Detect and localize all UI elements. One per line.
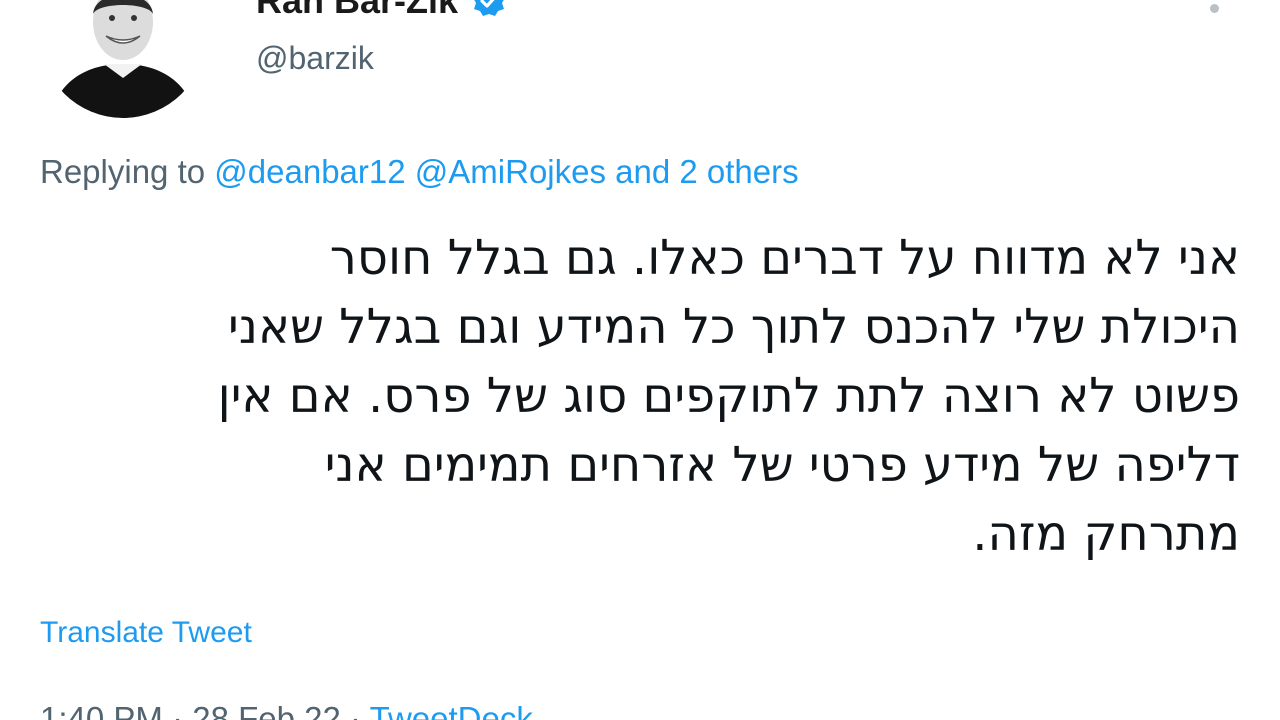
reply-prefix: Replying to <box>40 153 206 190</box>
meta-separator: · <box>172 700 184 720</box>
profile-photo <box>40 0 206 118</box>
meta-separator: · <box>350 700 362 720</box>
others-link[interactable]: and 2 others <box>615 153 798 190</box>
translate-tweet-link[interactable]: Translate Tweet <box>40 616 252 650</box>
verified-badge-icon <box>472 0 506 18</box>
tweet-text-line: אני לא מדווח על דברים כאלו. גם בגלל חוסר <box>329 230 1240 286</box>
author-handle[interactable]: @barzik <box>256 40 374 77</box>
mention-link-1[interactable]: @deanbar12 <box>214 153 405 190</box>
tweet-source-link[interactable]: TweetDeck <box>370 700 533 720</box>
author-name[interactable]: Ran Bar-Zik <box>256 0 506 22</box>
author-name-text: Ran Bar-Zik <box>256 0 459 21</box>
tweet-metadata: 1:40 PM · 28 Feb 22 · TweetDeck <box>40 700 533 720</box>
tweet-date[interactable]: 28 Feb 22 <box>192 700 341 720</box>
author-avatar[interactable] <box>40 0 206 118</box>
tweet-text-line: מתרחק מזה. <box>972 506 1240 562</box>
tweet-text-line: דליפה של מידע פרטי של אזרחים תמימים אני <box>324 437 1240 493</box>
reply-context: Replying to @deanbar12 @AmiRojkes and 2 … <box>40 153 799 191</box>
more-options-icon[interactable] <box>1200 0 1230 20</box>
tweet-text: אני לא מדווח על דברים כאלו. גם בגלל חוסר… <box>20 224 1240 569</box>
tweet-text-line: פשוט לא רוצה לתת לתוקפים סוג של פרס. אם … <box>217 368 1240 424</box>
tweet-text-line: היכולת שלי להכנס לתוך כל המידע וגם בגלל … <box>227 299 1240 355</box>
mention-link-2[interactable]: @AmiRojkes <box>415 153 606 190</box>
tweet-time[interactable]: 1:40 PM <box>40 700 163 720</box>
